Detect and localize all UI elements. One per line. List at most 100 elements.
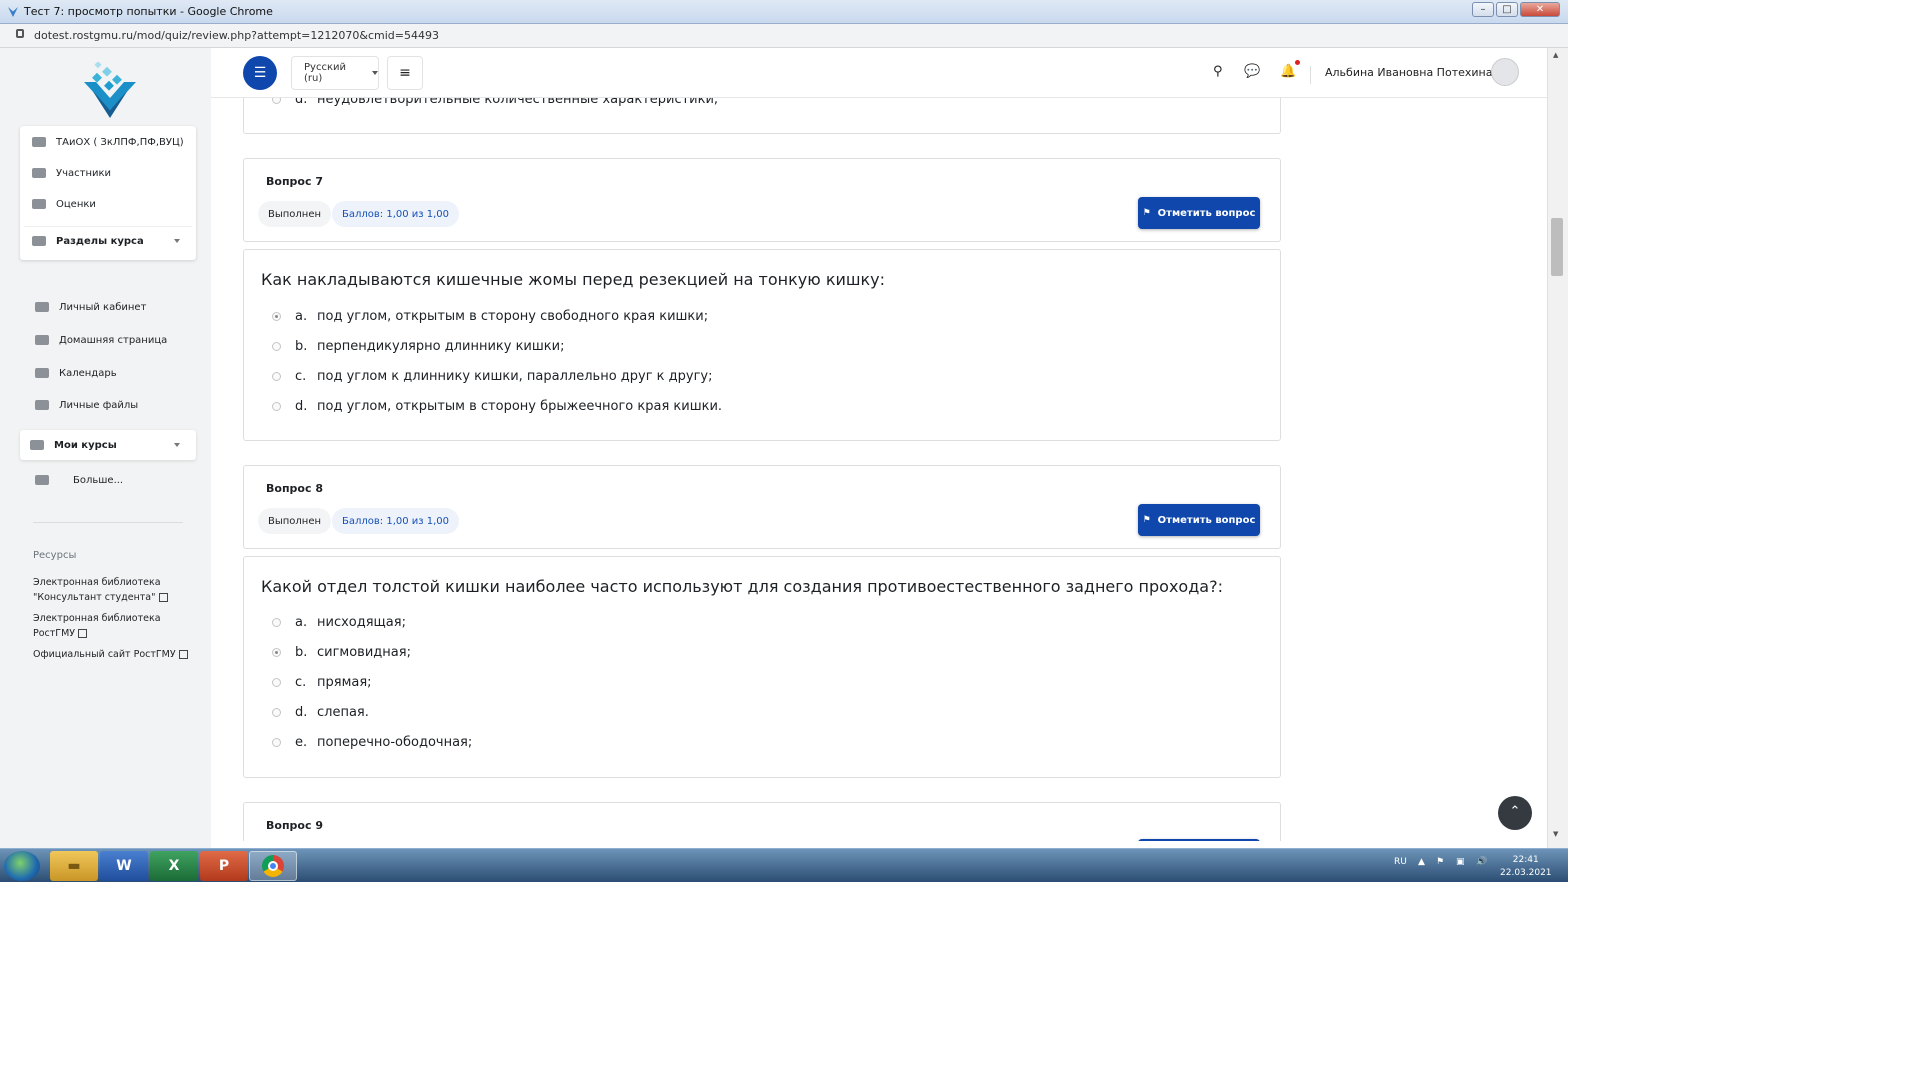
site-logo[interactable] bbox=[84, 62, 136, 118]
question-content: Как накладываются кишечные жомы перед ре… bbox=[243, 249, 1281, 441]
sidebar-item-label: Личные файлы bbox=[59, 399, 139, 411]
answer-option[interactable]: d. под углом, открытым в сторону брыжеечн… bbox=[272, 396, 722, 416]
drawer-toggle-button[interactable]: ☰ bbox=[243, 56, 277, 90]
calendar-icon bbox=[35, 368, 49, 378]
home-icon bbox=[35, 335, 49, 345]
url-text[interactable]: dotest.rostgmu.ru/mod/quiz/review.php?at… bbox=[34, 29, 439, 42]
user-name[interactable]: Альбина Ивановна Потехина bbox=[1325, 66, 1492, 79]
answer-option[interactable]: a. под углом, открытым в сторону свободно… bbox=[272, 306, 708, 326]
resource-link-official-site[interactable]: Официальный сайт РостГМУ bbox=[33, 647, 188, 662]
external-link-icon bbox=[78, 629, 88, 638]
grade-badge: Баллов: 1,00 из 1,00 bbox=[332, 508, 460, 534]
sidebar-item-label: Календарь bbox=[59, 367, 117, 379]
minimize-button[interactable]: – bbox=[1472, 2, 1494, 17]
maximize-button[interactable]: □ bbox=[1496, 2, 1518, 17]
back-to-top-button[interactable]: ⌃ bbox=[1498, 796, 1532, 830]
menu-button[interactable]: ≡ bbox=[387, 56, 423, 90]
answer-radio[interactable] bbox=[272, 677, 281, 687]
question-text: Как накладываются кишечные жомы перед ре… bbox=[261, 270, 886, 289]
chevron-down-icon bbox=[174, 443, 180, 447]
answer-radio[interactable] bbox=[272, 401, 281, 411]
dashboard-icon bbox=[35, 302, 49, 312]
answer-radio[interactable] bbox=[272, 98, 281, 104]
address-bar[interactable]: dotest.rostgmu.ru/mod/quiz/review.php?at… bbox=[0, 24, 1568, 48]
notifications-icon[interactable]: 🔔 bbox=[1280, 64, 1296, 79]
answer-option[interactable]: a. нисходящая; bbox=[272, 612, 406, 632]
question-number: Вопрос 9 bbox=[266, 819, 323, 832]
sidebar-item-calendar[interactable]: Календарь bbox=[0, 361, 190, 385]
answer-option[interactable]: d. слепая. bbox=[272, 702, 369, 722]
volume-icon[interactable]: 🔊 bbox=[1476, 857, 1487, 867]
messages-icon[interactable]: 💬 bbox=[1244, 64, 1260, 79]
flag-icon: ⚑ bbox=[1142, 515, 1151, 525]
avatar[interactable] bbox=[1491, 58, 1519, 86]
grade-badge: Баллов: 1,00 из 1,00 bbox=[332, 201, 460, 227]
answer-option[interactable]: b. сигмовидная; bbox=[272, 642, 411, 662]
sidebar-item-home[interactable]: Домашняя страница bbox=[0, 328, 190, 352]
excel-taskbar-icon[interactable]: X bbox=[150, 851, 198, 881]
chrome-taskbar-icon[interactable] bbox=[249, 851, 297, 881]
sidebar-divider bbox=[33, 522, 183, 523]
scrollbar-thumb[interactable] bbox=[1551, 218, 1563, 276]
my-courses-dropdown[interactable]: Мои курсы bbox=[20, 430, 196, 460]
answer-option[interactable]: e. поперечно-ободочная; bbox=[272, 732, 472, 752]
scroll-up-icon[interactable]: ▲ bbox=[1553, 51, 1558, 59]
windows-taskbar: ▬ W X P RU ▲ ⚑ ▣ 🔊 22:41 22.03.2021 bbox=[0, 848, 1568, 882]
notification-badge bbox=[1295, 60, 1300, 65]
sidebar-item-dashboard[interactable]: Личный кабинет bbox=[0, 295, 190, 319]
sidebar-item-more[interactable]: Больше... bbox=[0, 468, 190, 492]
word-taskbar-icon[interactable]: W bbox=[100, 851, 148, 881]
folder-icon bbox=[35, 475, 49, 485]
language-selector[interactable]: Русский (ru) bbox=[291, 56, 379, 90]
question-info: Вопрос 7 Выполнен Баллов: 1,00 из 1,00 ⚑… bbox=[243, 158, 1281, 242]
answer-option[interactable]: c. прямая; bbox=[272, 672, 372, 692]
sidebar-item-participants[interactable]: Участники bbox=[20, 161, 196, 185]
network-icon[interactable]: ▣ bbox=[1456, 857, 1465, 867]
sidebar-item-grades[interactable]: Оценки bbox=[20, 192, 196, 216]
flag-question-button[interactable]: ⚑ Отметить вопрос bbox=[1138, 197, 1260, 229]
flag-question-button[interactable] bbox=[1138, 839, 1260, 841]
answer-radio[interactable] bbox=[272, 707, 281, 717]
close-button[interactable]: ✕ bbox=[1520, 2, 1560, 17]
answer-option[interactable]: b. перпендикулярно длиннику кишки; bbox=[272, 336, 564, 356]
question-number: Вопрос 7 bbox=[266, 175, 323, 188]
action-center-icon[interactable]: ⚑ bbox=[1436, 857, 1444, 867]
page-scrollbar[interactable]: ▲ ▼ bbox=[1547, 48, 1568, 848]
sidebar-item-course-sections[interactable]: Разделы курса bbox=[20, 229, 196, 253]
answer-radio[interactable] bbox=[272, 737, 281, 747]
my-courses-label: Мои курсы bbox=[54, 439, 117, 451]
course-nav-card: ТАиОХ ( ЗкЛПФ,ПФ,ВУЦ) Участники Оценки Р… bbox=[20, 126, 196, 260]
state-badge: Выполнен bbox=[258, 508, 332, 534]
start-button[interactable] bbox=[4, 851, 40, 881]
answer-radio[interactable] bbox=[272, 617, 281, 627]
resource-link-library[interactable]: Электронная библиотека РостГМУ bbox=[33, 611, 161, 641]
answer-radio[interactable] bbox=[272, 647, 281, 657]
answer-option[interactable]: c. под углом к длиннику кишки, параллельн… bbox=[272, 366, 713, 386]
users-icon bbox=[32, 168, 46, 178]
answer-radio[interactable] bbox=[272, 371, 281, 381]
answer-radio[interactable] bbox=[272, 341, 281, 351]
system-clock[interactable]: 22:41 22.03.2021 bbox=[1500, 854, 1552, 880]
question-number: Вопрос 8 bbox=[266, 482, 323, 495]
resources-heading: Ресурсы bbox=[33, 550, 77, 561]
sidebar-item-label: Домашняя страница bbox=[59, 334, 168, 346]
explorer-taskbar-icon[interactable]: ▬ bbox=[50, 851, 98, 881]
answer-radio[interactable] bbox=[272, 311, 281, 321]
flag-question-button[interactable]: ⚑ Отметить вопрос bbox=[1138, 504, 1260, 536]
sidebar-item-course[interactable]: ТАиОХ ( ЗкЛПФ,ПФ,ВУЦ) bbox=[20, 130, 196, 154]
sidebar-item-files[interactable]: Личные файлы bbox=[0, 393, 190, 417]
scroll-down-icon[interactable]: ▼ bbox=[1553, 830, 1558, 838]
sidebar-item-label: Больше... bbox=[73, 474, 124, 486]
show-hidden-icons-icon[interactable]: ▲ bbox=[1418, 857, 1425, 867]
resource-link-consultant[interactable]: Электронная библиотека "Консультант студ… bbox=[33, 575, 168, 605]
site-favicon-icon bbox=[8, 7, 18, 17]
powerpoint-taskbar-icon[interactable]: P bbox=[200, 851, 248, 881]
external-link-icon bbox=[158, 593, 168, 602]
graduation-cap-icon bbox=[32, 137, 46, 147]
question-info: Вопрос 8 Выполнен Баллов: 1,00 из 1,00 ⚑… bbox=[243, 465, 1281, 549]
search-icon[interactable]: ⚲ bbox=[1213, 64, 1223, 79]
question-text: Какой отдел толстой кишки наиболее часто… bbox=[261, 577, 1223, 596]
book-icon bbox=[32, 199, 46, 209]
language-indicator[interactable]: RU bbox=[1394, 857, 1407, 867]
sidebar-item-label: Личный кабинет bbox=[59, 301, 147, 313]
